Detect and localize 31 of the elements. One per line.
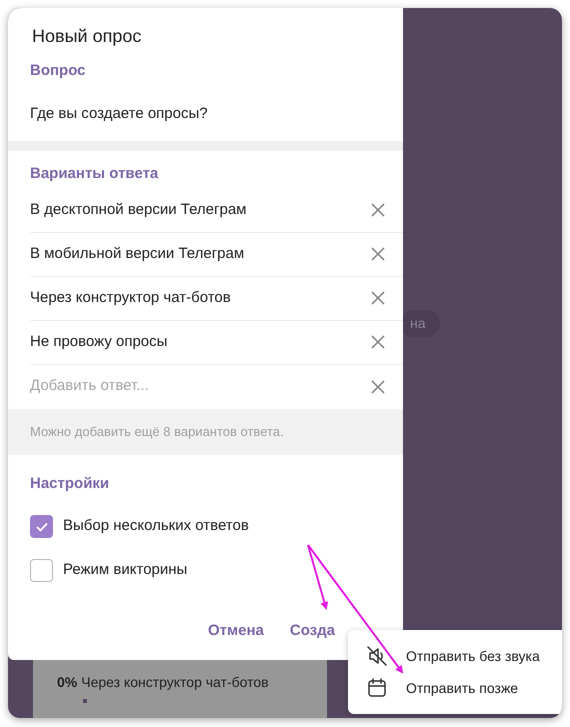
muted-speaker-icon — [366, 645, 388, 667]
checkbox-label: Выбор нескольких ответов — [63, 516, 249, 536]
close-icon[interactable] — [371, 380, 385, 394]
answer-option[interactable]: Не провожу опросы — [30, 330, 371, 354]
section-heading: Вопрос — [29, 61, 87, 81]
question-field[interactable]: Где вы создаете опросы? — [8, 82, 403, 140]
hint-text: Можно добавить ещё 8 вариантов ответа. — [8, 408, 403, 454]
calendar-icon — [366, 677, 388, 699]
answer-option[interactable]: Через конструктор чат-ботов — [30, 286, 371, 310]
date-chip: на — [400, 310, 440, 337]
close-icon[interactable] — [371, 247, 385, 261]
answer-input[interactable]: Добавить ответ... — [30, 375, 371, 398]
create-button[interactable]: Созда — [290, 620, 335, 642]
section-heading: Настройки — [29, 474, 110, 494]
answer-option[interactable]: В десктопной версии Телеграм — [30, 198, 371, 222]
poll-option-text: Через конструктор чат-ботов — [81, 673, 269, 692]
close-icon[interactable] — [371, 291, 385, 305]
close-icon[interactable] — [371, 335, 385, 349]
check-icon — [36, 522, 48, 532]
poll-percent: 0% — [57, 673, 78, 692]
menu-item[interactable]: Отправить без звука — [366, 645, 562, 667]
checkbox-label: Режим викторины — [63, 560, 188, 580]
dialog-title: Новый опрос — [31, 25, 142, 48]
close-icon[interactable] — [371, 203, 385, 217]
answer-option[interactable]: В мобильной версии Телеграм — [30, 242, 371, 266]
section-heading: Варианты ответа — [29, 164, 160, 184]
vote-bar — [83, 699, 87, 703]
menu-item[interactable]: Отправить позже — [366, 677, 562, 699]
checkbox[interactable] — [30, 559, 53, 582]
cancel-button[interactable]: Отмена — [208, 620, 264, 642]
checkbox[interactable] — [30, 515, 53, 538]
